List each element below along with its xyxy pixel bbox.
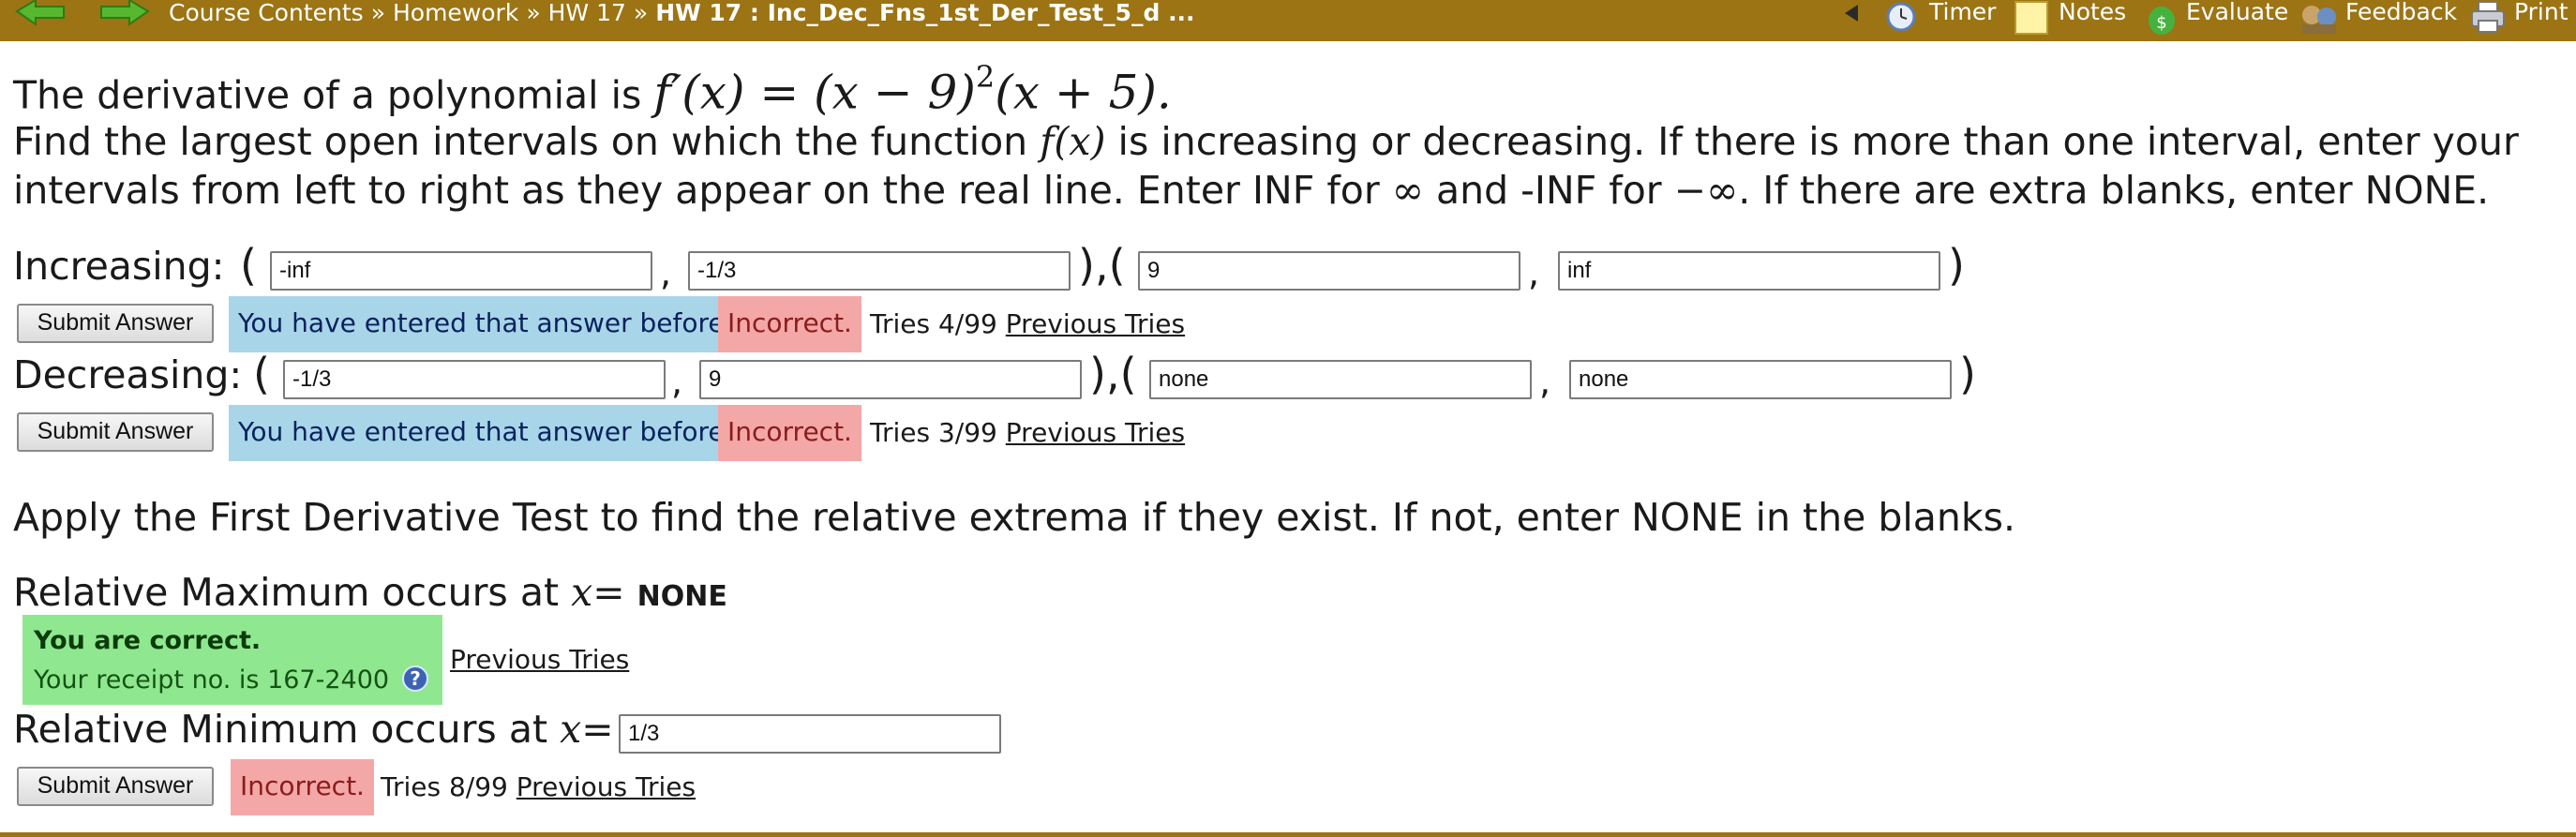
breadcrumb-separator: »: [526, 0, 541, 26]
instructions-text: . If there are extra blanks, enter NONE.: [1738, 168, 2490, 213]
decreasing-interval-1-end-input[interactable]: 9: [699, 360, 1082, 399]
breadcrumb-homework[interactable]: Homework: [393, 0, 518, 26]
decreasing-interval-2-end-input[interactable]: none: [1569, 360, 1952, 399]
breadcrumb-hw[interactable]: HW 17: [548, 0, 626, 26]
relative-minimum-incorrect-badge: Incorrect.: [231, 759, 374, 815]
relative-minimum-tries-status: Tries 8/99 Previous Tries: [381, 759, 696, 815]
relative-minimum-row: Relative Minimum occurs at x=: [13, 703, 614, 755]
breadcrumb-separator: »: [370, 0, 385, 26]
timer-icon[interactable]: [1884, 0, 1918, 32]
svg-text:?: ?: [410, 667, 421, 690]
printer-icon[interactable]: [2469, 0, 2507, 34]
decreasing-repeat-answer-notice: You have entered that answer before: [229, 405, 734, 461]
relative-minimum-input[interactable]: 1/3: [619, 714, 1001, 754]
decreasing-incorrect-badge: Incorrect.: [718, 405, 861, 461]
feedback-icon[interactable]: [2299, 0, 2340, 36]
decreasing-previous-tries-link[interactable]: Previous Tries: [1006, 417, 1185, 448]
increasing-interval-2-start-input[interactable]: 9: [1138, 251, 1520, 291]
collapse-left-icon[interactable]: [1843, 4, 1860, 22]
relative-maximum-tries-status: Previous Tries: [450, 632, 629, 688]
decreasing-interval-2-start-input[interactable]: none: [1149, 360, 1532, 399]
increasing-interval-1-end-input[interactable]: -1/3: [688, 251, 1071, 291]
increasing-previous-tries-link[interactable]: Previous Tries: [1006, 308, 1185, 339]
instructions-line-1: Find the largest open intervals on which…: [13, 118, 2519, 165]
relative-maximum-row: Relative Maximum occurs at x= NONE: [13, 566, 727, 619]
notes-icon[interactable]: [2014, 0, 2049, 36]
function-notation: f(x): [1040, 119, 1106, 164]
increasing-interval-separator: ),(: [1078, 240, 1126, 291]
back-arrow-icon[interactable]: [15, 0, 66, 30]
decreasing-interval-separator: ),(: [1089, 349, 1137, 399]
negative-infinity-symbol: −∞: [1673, 168, 1739, 213]
decreasing-close-paren: ): [1959, 349, 1976, 399]
increasing-repeat-answer-notice: You have entered that answer before: [229, 296, 734, 352]
relative-minimum-variable: x: [560, 707, 582, 752]
evaluate-icon[interactable]: $: [2145, 0, 2179, 36]
decreasing-interval-1-start-input[interactable]: -1/3: [283, 360, 666, 399]
timer-button[interactable]: Timer: [1929, 0, 1996, 28]
increasing-incorrect-badge: Incorrect.: [718, 296, 861, 352]
increasing-interval-2-end-input[interactable]: inf: [1558, 251, 1940, 291]
infinity-symbol: ∞: [1391, 168, 1424, 213]
equals-sign: =: [592, 570, 625, 615]
decreasing-comma: ,: [1539, 361, 1551, 402]
forward-arrow-icon[interactable]: [99, 0, 150, 30]
receipt-number: Your receipt no. is 167-2400: [34, 665, 390, 695]
print-button[interactable]: Print: [2514, 0, 2569, 28]
decreasing-submit-button[interactable]: Submit Answer: [17, 412, 214, 452]
feedback-button[interactable]: Feedback: [2345, 0, 2457, 28]
relative-minimum-tries-count: Tries 8/99: [381, 771, 508, 802]
breadcrumb-course-contents[interactable]: Course Contents: [169, 0, 364, 26]
increasing-submit-button[interactable]: Submit Answer: [17, 304, 214, 343]
relative-maximum-answer: NONE: [637, 580, 727, 613]
increasing-label: Increasing:: [13, 244, 225, 289]
instructions-line-2: intervals from left to right as they app…: [13, 167, 2489, 214]
increasing-comma: ,: [1528, 252, 1540, 293]
bottom-divider: [0, 832, 2576, 837]
decreasing-open-paren: (: [253, 349, 270, 399]
increasing-close-paren: ): [1948, 240, 1965, 291]
instructions-text: is increasing or decreasing. If there is…: [1117, 119, 2519, 164]
breadcrumb: Course Contents» Homework» HW 17» HW 17 : I…: [169, 0, 1195, 28]
correct-message: You are correct.: [34, 626, 262, 655]
decreasing-label: Decreasing:: [13, 352, 243, 397]
increasing-open-paren: (: [240, 240, 257, 291]
breadcrumb-current-problem: HW 17 : Inc_Dec_Fns_1st_Der_Test_5_d ...: [655, 0, 1195, 26]
evaluate-button[interactable]: Evaluate: [2186, 0, 2288, 28]
receipt-text: Your receipt no. is 167-2400 ?: [34, 660, 429, 695]
increasing-comma: ,: [660, 252, 672, 293]
decreasing-comma: ,: [671, 361, 683, 402]
derivative-exponent: 2: [975, 59, 996, 95]
decreasing-tries-count: Tries 3/99: [870, 417, 997, 448]
problem-statement: The derivative of a polynomial is f′(x) …: [13, 56, 1172, 120]
decreasing-tries-status: Tries 3/99 Previous Tries: [870, 405, 1185, 461]
instructions-text: intervals from left to right as they app…: [13, 168, 1380, 213]
breadcrumb-separator: »: [633, 0, 649, 26]
relative-minimum-previous-tries-link[interactable]: Previous Tries: [517, 771, 696, 802]
relative-maximum-variable: x: [571, 570, 593, 615]
instructions-text: Find the largest open intervals on which…: [13, 119, 1028, 164]
notes-button[interactable]: Notes: [2059, 0, 2126, 28]
correct-answer-box: You are correct. Your receipt no. is 167…: [22, 615, 442, 705]
derivative-formula: f′(x) = (x − 9): [653, 65, 976, 120]
svg-text:$: $: [2156, 13, 2166, 33]
relative-minimum-label: Relative Minimum occurs at: [13, 707, 548, 752]
equals-sign: =: [581, 707, 614, 752]
relative-minimum-submit-button[interactable]: Submit Answer: [17, 767, 214, 806]
derivative-formula-end: (x + 5).: [995, 65, 1172, 120]
problem-intro: The derivative of a polynomial is: [13, 72, 642, 118]
extrema-instruction: Apply the First Derivative Test to find …: [13, 495, 2016, 540]
increasing-tries-status: Tries 4/99 Previous Tries: [870, 296, 1185, 352]
relative-maximum-label: Relative Maximum occurs at: [13, 570, 560, 615]
instructions-text: and -INF for: [1435, 168, 1662, 213]
relative-maximum-previous-tries-link[interactable]: Previous Tries: [450, 644, 629, 675]
increasing-tries-count: Tries 4/99: [870, 308, 997, 339]
increasing-interval-1-start-input[interactable]: -inf: [270, 251, 652, 291]
top-navigation-bar: Course Contents» Homework» HW 17» HW 17 : I…: [0, 0, 2576, 41]
help-icon[interactable]: ?: [401, 665, 429, 693]
